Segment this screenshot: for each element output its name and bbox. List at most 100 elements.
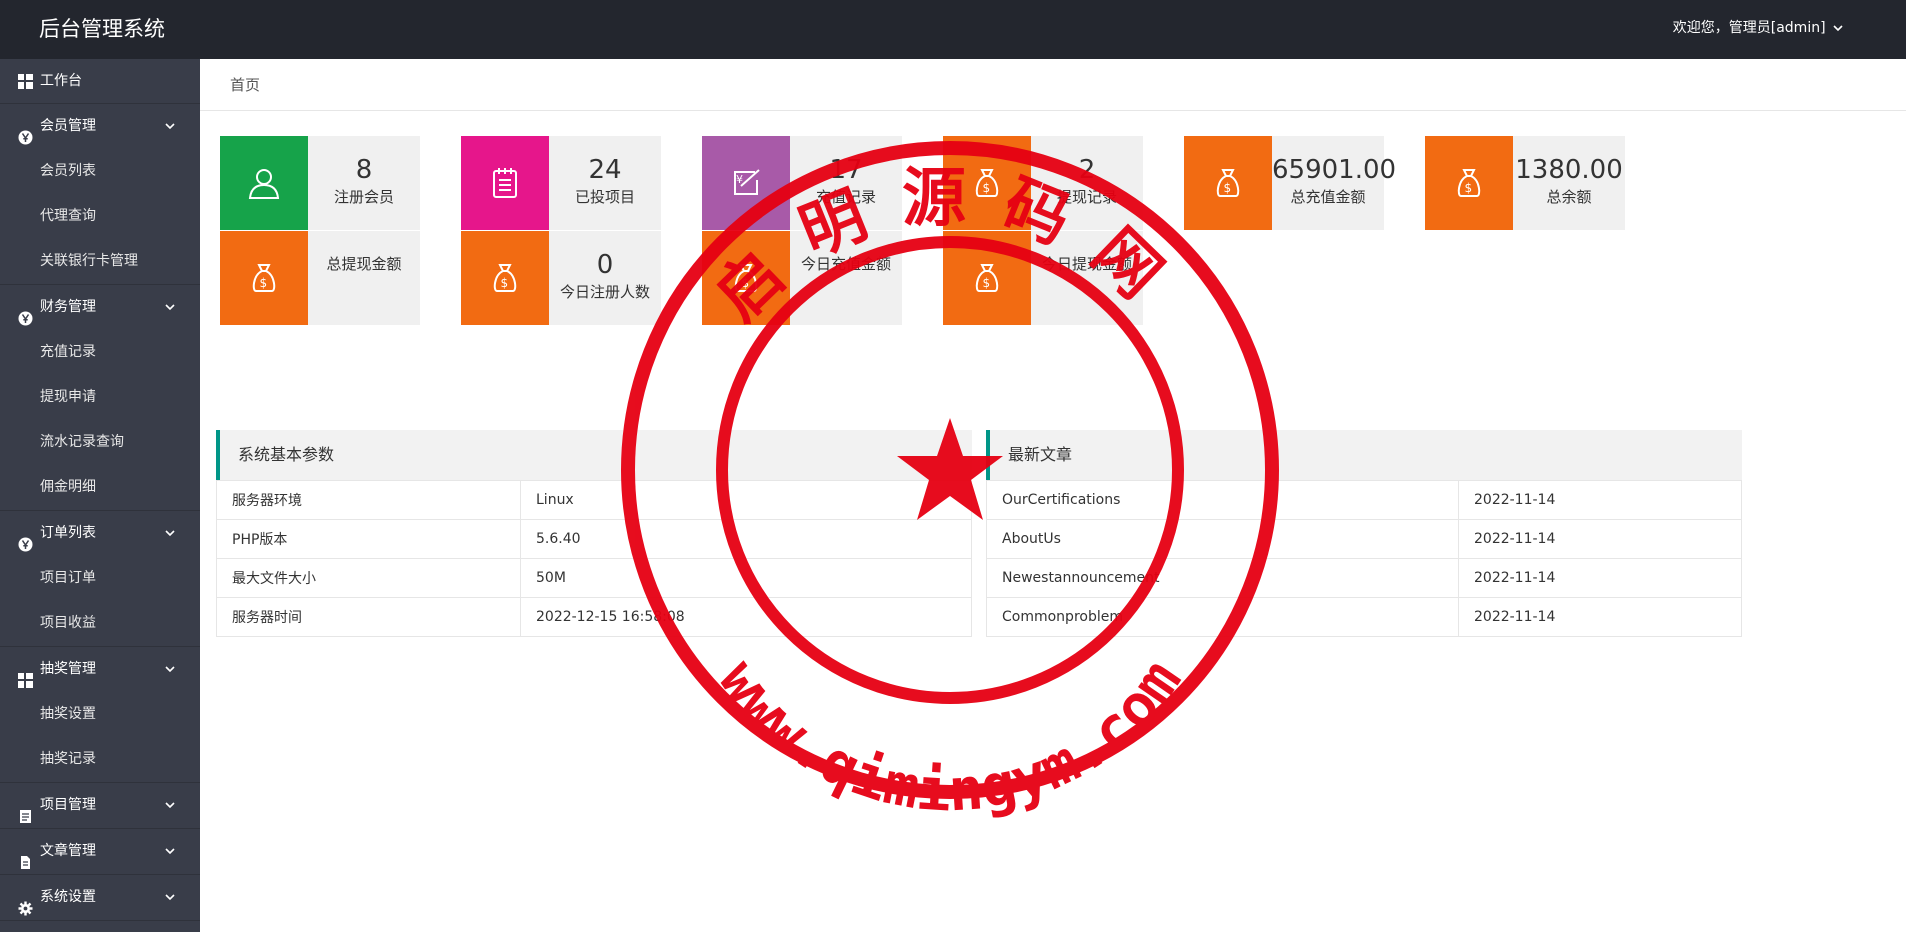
table-cell-value: 2022-11-14: [1458, 480, 1742, 520]
sidebar-subitem[interactable]: 会员列表: [0, 149, 200, 194]
sidebar-group-toggle[interactable]: 财务管理: [0, 285, 200, 330]
table-cell-value: Linux: [520, 480, 972, 520]
stat-label: 今日充值金额: [800, 255, 891, 273]
money-bag-icon: $: [943, 136, 1031, 230]
sidebar-group-toggle[interactable]: 订单列表: [0, 511, 200, 556]
sidebar-group: 会员管理会员列表 代理查询 关联银行卡管理: [0, 104, 200, 285]
breadcrumb: 首页: [200, 59, 1906, 111]
money-bag-icon: $: [943, 231, 1031, 325]
chevron-down-icon: [1833, 25, 1843, 32]
main-content: 首页 8 注册会员 24 已投项目 ¥17 充值记录 $2 提现记录 $65901.00 总充值金…: [200, 59, 1906, 932]
stat-card[interactable]: $ 总提现金额: [220, 231, 420, 325]
panel-title: 最新文章: [986, 430, 1742, 480]
svg-text:$: $: [983, 276, 991, 290]
stat-value: 24: [588, 155, 622, 185]
gear-icon: [18, 890, 33, 916]
table-row: 服务器时间 2022-12-15 16:58:08: [216, 597, 972, 637]
sidebar-subitem[interactable]: 提现申请: [0, 375, 200, 420]
sidebar-group: 项目管理: [0, 783, 200, 829]
sidebar-group-toggle[interactable]: 抽奖管理: [0, 647, 200, 692]
stat-card[interactable]: $65901.00 总充值金额: [1184, 136, 1397, 230]
stat-card[interactable]: $0 今日注册人数: [461, 231, 661, 325]
sidebar-group: 系统设置: [0, 875, 200, 921]
file-icon: [18, 844, 33, 869]
chevron-down-icon: [165, 666, 175, 673]
sidebar-subitem[interactable]: 佣金明细: [0, 465, 200, 510]
stat-label: 总提现金额: [326, 255, 402, 273]
table-row: Commonproblem 2022-11-14: [986, 597, 1742, 637]
table-cell-key[interactable]: Newestannouncement: [986, 558, 1459, 598]
sidebar-item-workbench[interactable]: 工作台: [0, 59, 200, 104]
app-title: 后台管理系统: [39, 17, 165, 41]
chevron-down-icon: [165, 530, 175, 537]
table-cell-value: 2022-11-14: [1458, 558, 1742, 598]
chevron-down-icon: [165, 894, 175, 901]
stat-label: 总余额: [1546, 188, 1592, 206]
svg-text:¥: ¥: [736, 173, 743, 186]
sidebar-group: 财务管理 充值记录 提现申请 流水记录查询 佣金明细: [0, 285, 200, 511]
stat-card[interactable]: ¥17 充值记录: [702, 136, 902, 230]
sidebar-subitem[interactable]: 项目订单: [0, 556, 200, 601]
stat-value: 65901.00: [1272, 155, 1397, 185]
sidebar-subitem[interactable]: 项目收益: [0, 601, 200, 646]
breadcrumb-home[interactable]: 首页: [230, 76, 260, 94]
stat-card[interactable]: $ 今日提现金额: [943, 231, 1143, 325]
sidebar-subitem[interactable]: 流水记录查询: [0, 420, 200, 465]
money-bag-icon: $: [1184, 136, 1272, 230]
circle-y-icon: [18, 119, 33, 145]
panel-title: 系统基本参数: [216, 430, 972, 480]
sidebar-group-label: 项目管理: [40, 797, 96, 813]
sidebar-subitem[interactable]: 抽奖设置: [0, 692, 200, 737]
sidebar-group-toggle[interactable]: 系统设置: [0, 875, 200, 920]
sidebar-subitem[interactable]: 关联银行卡管理: [0, 239, 200, 284]
sidebar-group-toggle[interactable]: 会员管理: [0, 104, 200, 149]
user-greeting: 欢迎您，管理员[admin]: [1672, 20, 1826, 36]
stat-value: 17: [829, 155, 863, 185]
table-cell-key: 服务器环境: [216, 480, 521, 520]
stat-label: 注册会员: [333, 188, 394, 206]
circle-y-icon: [18, 526, 33, 552]
table-cell-value: 5.6.40: [520, 519, 972, 559]
stat-label: 总充值金额: [1290, 188, 1366, 206]
money-bag-icon: $: [220, 231, 308, 325]
table-cell-key[interactable]: OurCertifications: [986, 480, 1459, 520]
chevron-down-icon: [165, 848, 175, 855]
sidebar-item-label: 工作台: [40, 73, 82, 89]
table-row: Newestannouncement 2022-11-14: [986, 558, 1742, 598]
stat-card[interactable]: 24 已投项目: [461, 136, 661, 230]
top-bar: 后台管理系统 欢迎您，管理员[admin]: [0, 0, 1906, 59]
sidebar-group-label: 订单列表: [40, 525, 96, 541]
stat-card[interactable]: $ 今日充值金额: [702, 231, 902, 325]
user-icon: [220, 136, 308, 230]
svg-text:$: $: [501, 276, 509, 290]
sidebar-group: 订单列表项目订单 项目收益: [0, 511, 200, 647]
latest-articles-panel: 最新文章 OurCertifications 2022-11-14 AboutUs 2…: [986, 430, 1742, 637]
sidebar-subitem[interactable]: 充值记录: [0, 330, 200, 375]
table-cell-key: 服务器时间: [216, 597, 521, 637]
svg-text:$: $: [1465, 181, 1473, 195]
yen-card-icon: ¥: [702, 136, 790, 230]
svg-text:$: $: [260, 276, 268, 290]
stat-card[interactable]: 8 注册会员: [220, 136, 420, 230]
sidebar-subitem[interactable]: 代理查询: [0, 194, 200, 239]
table-row: 服务器环境 Linux: [216, 480, 972, 520]
sidebar-group-label: 会员管理: [40, 118, 96, 134]
table-cell-key[interactable]: Commonproblem: [986, 597, 1459, 637]
user-menu[interactable]: 欢迎您，管理员[admin]: [1673, 0, 1844, 59]
sidebar-group: 文章管理: [0, 829, 200, 875]
stat-value: 1380.00: [1515, 155, 1623, 185]
sidebar-group-toggle[interactable]: 文章管理: [0, 829, 200, 874]
money-bag-icon: $: [702, 231, 790, 325]
stat-label: 提现记录: [1056, 188, 1117, 206]
grid-icon: [18, 74, 33, 89]
sidebar-group-toggle[interactable]: 项目管理: [0, 783, 200, 828]
grid-icon: [18, 662, 33, 688]
table-cell-key: PHP版本: [216, 519, 521, 559]
sidebar-subitem[interactable]: 抽奖记录: [0, 737, 200, 782]
stat-card[interactable]: $2 提现记录: [943, 136, 1143, 230]
system-params-table: 服务器环境 Linux PHP版本 5.6.40 最大文件大小 50M 服务器时间 2022-…: [216, 480, 972, 637]
stat-value: 2: [1078, 155, 1096, 185]
money-bag-icon: $: [461, 231, 549, 325]
table-cell-key[interactable]: AboutUs: [986, 519, 1459, 559]
stat-card[interactable]: $1380.00 总余额: [1425, 136, 1625, 230]
